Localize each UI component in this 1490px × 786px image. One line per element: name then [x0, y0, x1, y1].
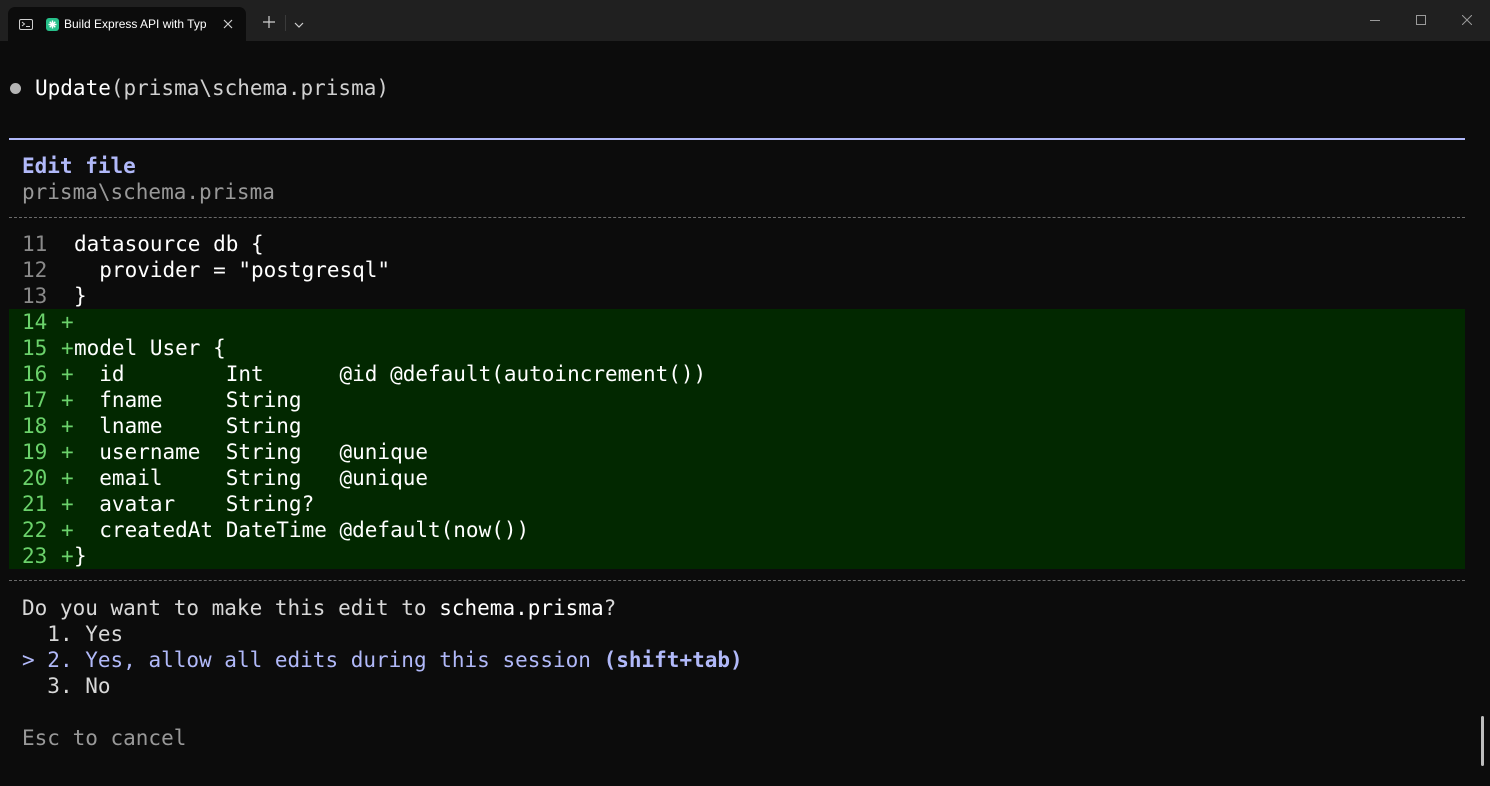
option-label: 2. Yes, allow all edits during this sess… [47, 648, 604, 672]
plus-marker: + [61, 492, 74, 516]
code-text: lname String [74, 414, 302, 438]
terminal-icon [19, 19, 33, 30]
code-text: fname String [74, 388, 302, 412]
minimize-icon [1370, 20, 1380, 21]
diff-line-context: 13} [22, 283, 87, 309]
code-text: avatar String? [74, 492, 315, 516]
code-text: username String @unique [74, 440, 429, 464]
tool-call-line: Update(prisma\schema.prisma) [35, 75, 389, 101]
plus-marker: + [61, 336, 74, 360]
diff-line-added: 20 + email String @unique [22, 465, 428, 491]
tab-active[interactable]: Build Express API with Typ [8, 7, 246, 41]
tool-call-action: Update [35, 76, 111, 100]
line-number: 12 [22, 258, 48, 282]
title-bar: Build Express API with Typ [0, 0, 1490, 41]
diff-line-added: 17 + fname String [22, 387, 302, 413]
option-yes[interactable]: 1. Yes [22, 621, 123, 647]
line-number: 20 [22, 466, 48, 490]
close-button[interactable] [1444, 0, 1490, 41]
option-yes-allow-all[interactable]: > 2. Yes, allow all edits during this se… [22, 647, 743, 673]
option-no[interactable]: 3. No [22, 673, 111, 699]
diff-line-added: 21 + avatar String? [22, 491, 314, 517]
code-text: id Int @id @default(autoincrement()) [74, 362, 707, 386]
close-icon [1462, 15, 1472, 25]
diff-line-added: 16 + id Int @id @default(autoincrement()) [22, 361, 706, 387]
diff-line-added: 22 + createdAt DateTime @default(now()) [22, 517, 529, 543]
maximize-button[interactable] [1398, 0, 1444, 41]
line-number: 14 [22, 310, 48, 334]
question-suffix: ? [603, 596, 617, 620]
chevron-down-icon[interactable] [292, 16, 306, 28]
option-label: 3. No [47, 674, 111, 698]
code-text: model User { [74, 336, 226, 360]
plus-marker: + [61, 388, 74, 412]
option-marker [22, 622, 47, 646]
new-tab-icon[interactable] [261, 14, 277, 30]
scrollbar-thumb[interactable] [1481, 716, 1484, 766]
plus-marker: + [61, 362, 74, 386]
confirm-question: Do you want to make this edit to schema.… [22, 595, 616, 621]
diff-line-context: 11 datasource db { [22, 231, 264, 257]
plus-marker: + [61, 466, 74, 490]
plus-marker: + [61, 544, 74, 568]
diff-line-context: 12 provider = "postgresql" [22, 257, 390, 283]
code-text: } [74, 544, 87, 568]
line-number: 22 [22, 518, 48, 542]
line-number: 23 [22, 544, 48, 568]
divider [9, 580, 1465, 581]
question-file: schema.prisma [439, 596, 604, 620]
plus-marker: + [61, 440, 74, 464]
plus-marker: + [61, 310, 74, 334]
line-number: 19 [22, 440, 48, 464]
diff-line-added: 14 + [22, 309, 74, 335]
minimize-button[interactable] [1352, 0, 1398, 41]
code-text: createdAt DateTime @default(now()) [74, 518, 530, 542]
claude-star-icon [46, 18, 59, 31]
status-bullet-icon [10, 83, 21, 94]
option-label: 1. Yes [47, 622, 124, 646]
edit-panel-title: Edit file [22, 154, 136, 178]
plus-marker: + [61, 414, 74, 438]
diff-line-added: 18 + lname String [22, 413, 302, 439]
plus-marker: + [61, 518, 74, 542]
tool-call-target: (prisma\schema.prisma) [110, 76, 390, 100]
code-text: provider = "postgresql" [74, 258, 391, 282]
tab-close-icon[interactable] [220, 16, 236, 32]
diff-line-added: 23 +} [22, 543, 87, 569]
line-number: 15 [22, 336, 48, 360]
line-number: 13 [22, 284, 48, 308]
maximize-icon [1416, 15, 1426, 25]
option-marker [22, 674, 47, 698]
line-number: 17 [22, 388, 48, 412]
code-text: email String @unique [74, 466, 429, 490]
titlebar-divider [285, 15, 286, 31]
option-shortcut-hint: (shift+tab) [603, 648, 743, 672]
edit-panel-path: prisma\schema.prisma [22, 180, 275, 204]
divider [9, 217, 1465, 218]
selection-caret: > [22, 648, 48, 672]
code-text: } [74, 284, 87, 308]
diff-line-added: 19 + username String @unique [22, 439, 428, 465]
line-number: 16 [22, 362, 48, 386]
question-prefix: Do you want to make this edit to [22, 596, 440, 620]
tab-title: Build Express API with Typ [64, 17, 207, 31]
code-text: datasource db { [74, 232, 264, 256]
diff-line-added: 15 +model User { [22, 335, 226, 361]
edit-panel-top-border [9, 138, 1465, 140]
cancel-hint: Esc to cancel [22, 726, 187, 750]
line-number: 18 [22, 414, 48, 438]
line-number: 11 [22, 232, 48, 256]
line-number: 21 [22, 492, 48, 516]
